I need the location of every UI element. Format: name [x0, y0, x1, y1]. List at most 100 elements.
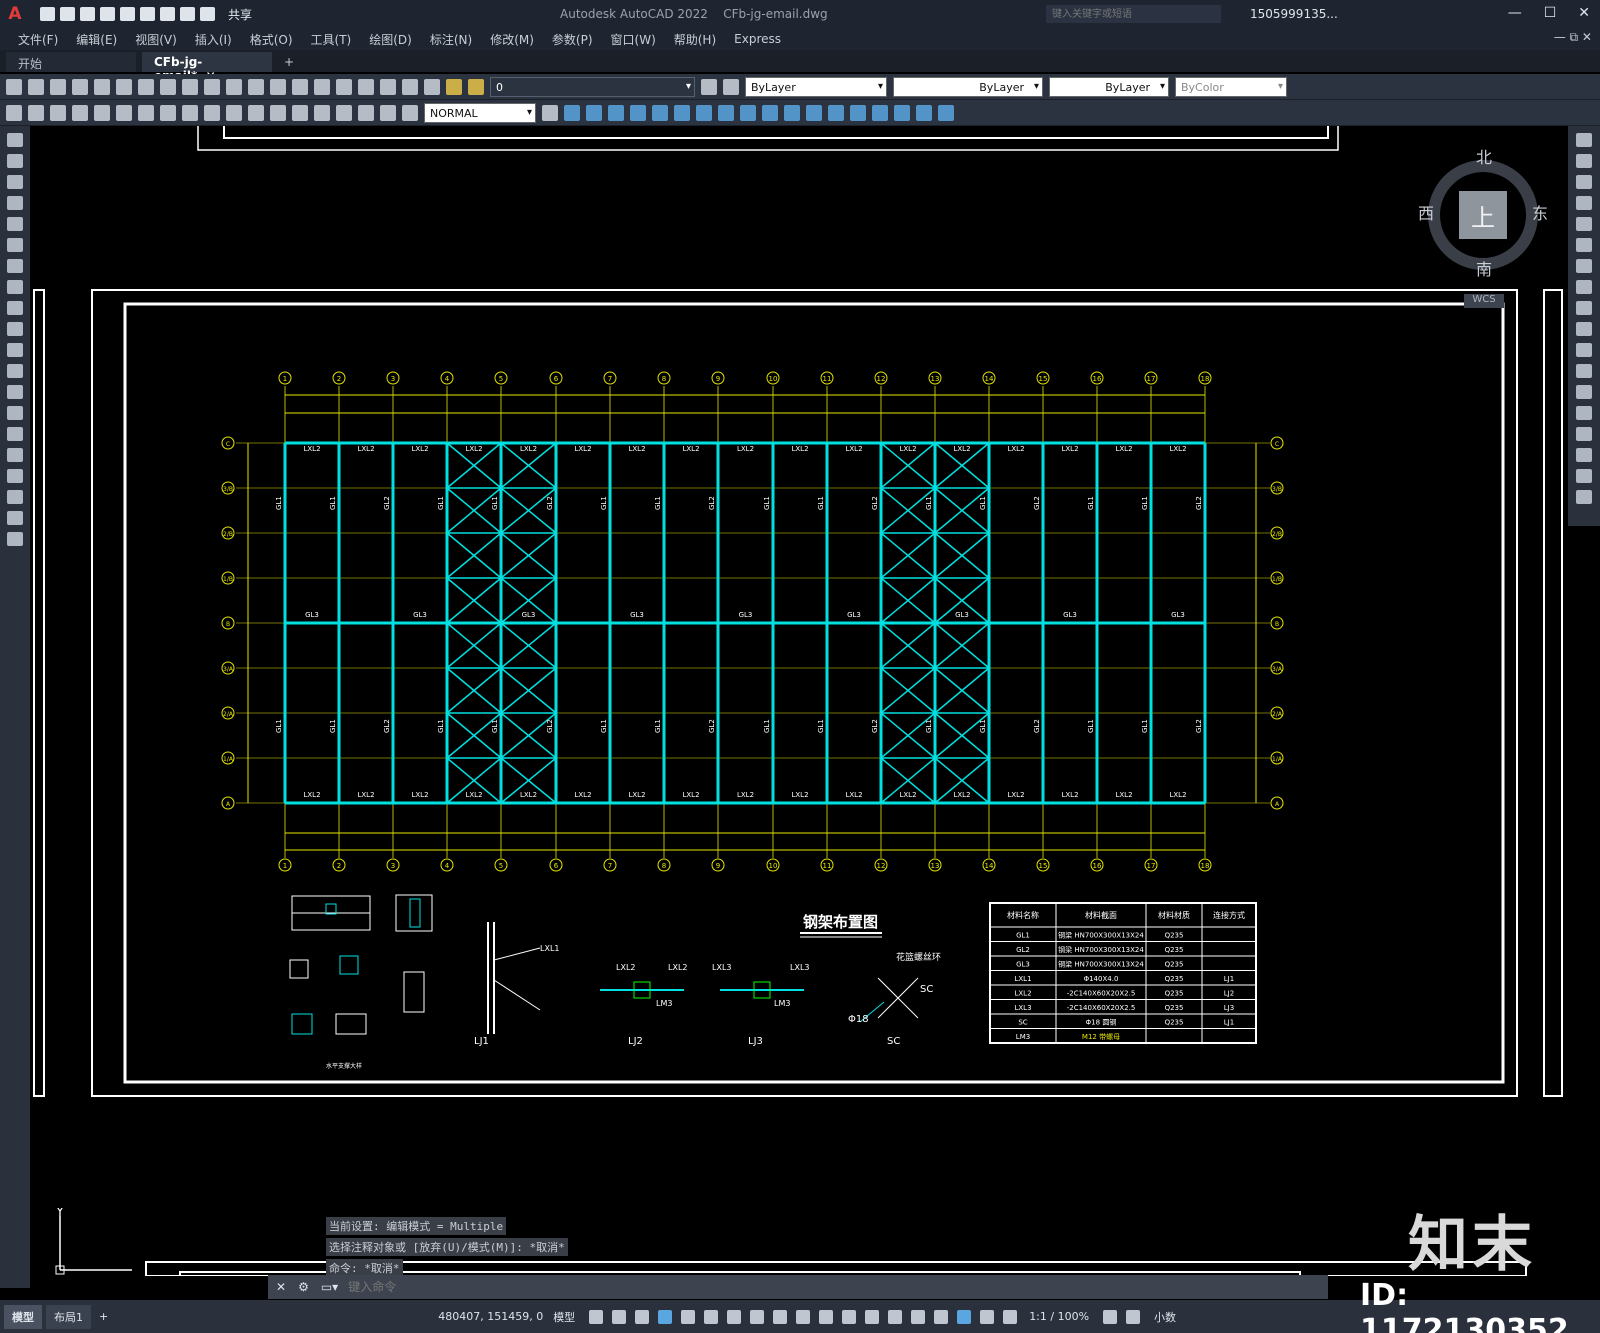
compass-south[interactable]: 南	[1476, 256, 1492, 280]
arc-icon[interactable]	[7, 238, 23, 252]
save-icon[interactable]	[80, 7, 95, 21]
app-logo[interactable]: A	[0, 0, 30, 28]
redo-icon[interactable]	[226, 78, 242, 95]
modify-chamfer-icon[interactable]	[828, 104, 844, 121]
units-dropdown[interactable]: 小数	[1154, 1309, 1176, 1325]
blend-icon[interactable]	[1576, 469, 1592, 483]
recent-commands-icon[interactable]: ▭▾	[321, 1280, 338, 1294]
help-icon[interactable]	[402, 78, 418, 95]
menu-express[interactable]: Express	[734, 32, 781, 46]
compass-west[interactable]: 西	[1418, 200, 1434, 224]
radius-icon[interactable]	[94, 104, 110, 121]
maximize-button[interactable]: ☐	[1544, 5, 1557, 21]
ellipse-arc-icon[interactable]	[7, 343, 23, 357]
dim-space-icon[interactable]	[248, 104, 264, 121]
share-button[interactable]: 共享	[228, 6, 252, 23]
tab-layout1[interactable]: 布局1	[46, 1304, 91, 1329]
properties-icon[interactable]	[314, 78, 330, 95]
menu-parametric[interactable]: 参数(P)	[552, 31, 593, 48]
plot-icon[interactable]	[140, 7, 155, 21]
dynamic-input-icon[interactable]	[658, 1309, 673, 1324]
hatch-icon[interactable]	[7, 427, 23, 441]
modify-rotate-icon[interactable]	[608, 104, 624, 121]
revcloud-icon[interactable]	[7, 280, 23, 294]
menu-draw[interactable]: 绘图(D)	[369, 31, 412, 48]
break-point-icon[interactable]	[1576, 364, 1592, 378]
undo-icon[interactable]	[180, 7, 195, 21]
open-icon[interactable]	[28, 78, 44, 95]
match-properties-icon[interactable]	[182, 78, 198, 95]
lineweight-dropdown[interactable]: ByLayer	[1049, 76, 1169, 97]
scale-icon[interactable]	[1576, 280, 1592, 294]
infer-icon[interactable]	[635, 1309, 650, 1324]
open-icon[interactable]	[60, 7, 75, 21]
baseline-icon[interactable]	[204, 104, 220, 121]
point-icon[interactable]	[7, 406, 23, 420]
inspect-icon[interactable]	[336, 104, 352, 121]
plus-icon[interactable]	[1126, 1309, 1141, 1324]
modify-spline-icon[interactable]	[938, 104, 954, 121]
dimstyle-manager-icon[interactable]	[542, 104, 558, 121]
dynamic-ucs-icon[interactable]	[888, 1309, 903, 1324]
menu-format[interactable]: 格式(O)	[250, 31, 293, 48]
fillet-icon[interactable]	[1576, 448, 1592, 462]
add-selected-icon[interactable]	[7, 532, 23, 546]
plotstyle-dropdown[interactable]: ByColor	[1175, 76, 1287, 97]
modify-scale-icon[interactable]	[696, 104, 712, 121]
polar-icon[interactable]	[704, 1309, 719, 1324]
command-input[interactable]	[348, 1280, 1249, 1294]
extend-icon[interactable]	[1576, 343, 1592, 357]
mirror-icon[interactable]	[1576, 175, 1592, 189]
wcs-menu[interactable]: WCS	[1464, 294, 1504, 308]
explode-icon[interactable]	[1576, 490, 1592, 504]
join-icon[interactable]	[1576, 406, 1592, 420]
layer-freeze-icon[interactable]	[468, 78, 484, 95]
modify-copy-icon[interactable]	[586, 104, 602, 121]
viewcube-top-face[interactable]: 上	[1459, 191, 1507, 239]
continue-icon[interactable]	[226, 104, 242, 121]
new-icon[interactable]	[6, 78, 22, 95]
isodraft-icon[interactable]	[727, 1309, 742, 1324]
make-block-icon[interactable]	[7, 385, 23, 399]
array-icon[interactable]	[1576, 217, 1592, 231]
menu-help[interactable]: 帮助(H)	[674, 31, 716, 48]
layer-bulb-icon[interactable]	[446, 78, 462, 95]
mtext-icon[interactable]	[7, 511, 23, 525]
arc-length-icon[interactable]	[50, 104, 66, 121]
modify-polyline-icon[interactable]	[916, 104, 932, 121]
publish-icon[interactable]	[120, 7, 135, 21]
rectangle-icon[interactable]	[7, 217, 23, 231]
gizmo-icon[interactable]	[934, 1309, 949, 1324]
dim-break-icon[interactable]	[270, 104, 286, 121]
menu-insert[interactable]: 插入(I)	[195, 31, 232, 48]
snap-icon[interactable]	[612, 1309, 627, 1324]
menu-view[interactable]: 视图(V)	[135, 31, 177, 48]
copy-icon[interactable]	[138, 78, 154, 95]
plot-icon[interactable]	[72, 78, 88, 95]
polyline-icon[interactable]	[7, 175, 23, 189]
modify-stretch-icon[interactable]	[718, 104, 734, 121]
zoom-window-icon[interactable]	[292, 78, 308, 95]
tolerance-icon[interactable]	[292, 104, 308, 121]
transparency-icon[interactable]	[819, 1309, 834, 1324]
insert-block-icon[interactable]	[7, 364, 23, 378]
zoom-icon[interactable]	[270, 78, 286, 95]
ellipse-icon[interactable]	[7, 322, 23, 336]
modify-trim-icon[interactable]	[740, 104, 756, 121]
tab-start[interactable]: 开始	[6, 52, 136, 72]
modify-move-icon[interactable]	[564, 104, 580, 121]
tab-current-drawing[interactable]: CFb-jg-email* ✕	[142, 52, 272, 83]
document-window-controls[interactable]: — ⧉ ✕	[1554, 30, 1592, 45]
workspace-gear-icon[interactable]	[1103, 1309, 1118, 1324]
close-button[interactable]: ✕	[1578, 5, 1590, 21]
new-tab-button[interactable]: +	[284, 55, 294, 72]
dim-text-edit-icon[interactable]	[380, 104, 396, 121]
dim-edit-icon[interactable]	[358, 104, 374, 121]
rotate-icon[interactable]	[1576, 259, 1592, 273]
annotation-scale-dropdown[interactable]: 1:1 / 100%	[1029, 1310, 1089, 1323]
modify-fillet-icon[interactable]	[850, 104, 866, 121]
3d-osnap-icon[interactable]	[865, 1309, 880, 1324]
menu-tools[interactable]: 工具(T)	[311, 31, 352, 48]
stretch-icon[interactable]	[1576, 301, 1592, 315]
table-icon[interactable]	[7, 490, 23, 504]
